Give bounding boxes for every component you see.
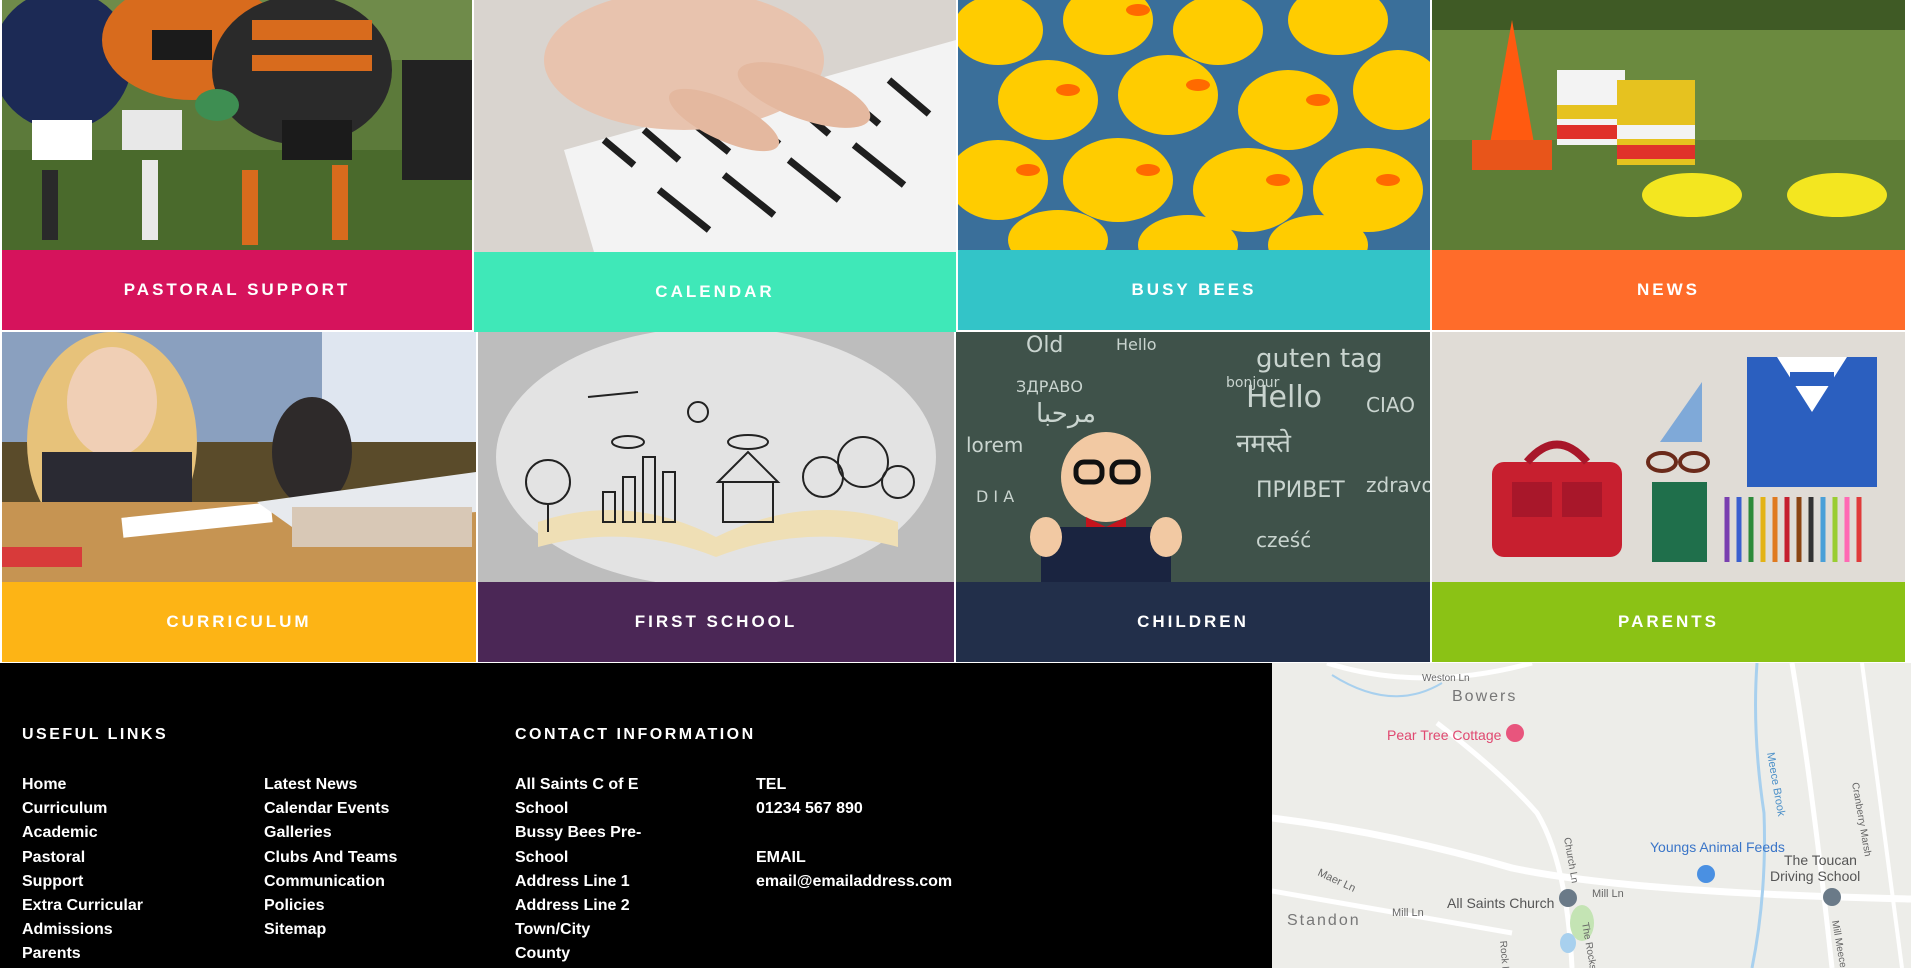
pin-icon bbox=[1559, 889, 1577, 907]
svg-text:guten tag: guten tag bbox=[1256, 344, 1383, 374]
map-place-standon: Standon bbox=[1287, 912, 1361, 929]
map-place-pear-tree-cottage: Pear Tree Cottage bbox=[1387, 727, 1502, 743]
address-line: School bbox=[515, 848, 569, 866]
svg-text:Hello: Hello bbox=[1116, 335, 1157, 354]
svg-text:Mill Ln: Mill Ln bbox=[1392, 907, 1424, 919]
tile-news[interactable]: NEWS bbox=[1432, 0, 1905, 330]
svg-text:D I A: D I A bbox=[976, 487, 1014, 506]
link-sitemap[interactable]: Sitemap bbox=[264, 921, 326, 938]
tile-label: CURRICULUM bbox=[2, 582, 476, 662]
link-extra-curricular[interactable]: Extra Curricular bbox=[22, 897, 143, 914]
pin-icon bbox=[1697, 865, 1715, 883]
svg-text:ПРИВЕТ: ПРИВЕТ bbox=[1256, 478, 1345, 503]
tile-busy-bees[interactable]: BUSY BEES bbox=[958, 0, 1430, 330]
school-uniform-photo bbox=[1432, 332, 1905, 582]
link-calendar-events[interactable]: Calendar Events bbox=[264, 800, 389, 817]
tile-label: CALENDAR bbox=[474, 252, 956, 332]
address-line: All Saints C of E bbox=[515, 776, 639, 793]
tile-label: CHILDREN bbox=[956, 582, 1430, 662]
link-academic[interactable]: Academic bbox=[22, 824, 98, 841]
link-admissions[interactable]: Admissions bbox=[22, 921, 113, 938]
svg-text:Mill Ln: Mill Ln bbox=[1592, 888, 1624, 900]
contact-information-heading: CONTACT INFORMATION bbox=[515, 726, 756, 743]
map-place-bowers: Bowers bbox=[1452, 688, 1517, 705]
boy-chalkboard-photo: Old Hello guten tag bonjour Hello CIAO ЗДРА… bbox=[956, 332, 1430, 582]
tile-parents[interactable]: PARENTS bbox=[1432, 332, 1905, 662]
address-line: Bussy Bees Pre- bbox=[515, 824, 642, 842]
rugby-players-photo bbox=[2, 0, 472, 250]
tile-label: PARENTS bbox=[1432, 582, 1905, 662]
svg-text:cześć: cześć bbox=[1256, 528, 1311, 552]
tel-label: TEL bbox=[756, 776, 787, 793]
sports-cones-photo bbox=[1432, 0, 1905, 250]
tile-label: PASTORAL SUPPORT bbox=[2, 250, 472, 330]
link-pastoral[interactable]: Pastoral bbox=[22, 849, 85, 866]
link-policies[interactable]: Policies bbox=[264, 897, 324, 914]
svg-text:zdravo: zdravo bbox=[1366, 473, 1430, 497]
address-block: All Saints C of E School Bussy Bees Pre-… bbox=[515, 773, 641, 967]
address-line: County bbox=[515, 945, 571, 963]
svg-text:नमस्ते: नमस्ते bbox=[1236, 428, 1292, 459]
link-support[interactable]: Support bbox=[22, 873, 83, 890]
svg-text:Weston Ln: Weston Ln bbox=[1422, 673, 1470, 684]
footer: USEFUL LINKS Home Curriculum Academic Pa… bbox=[0, 663, 1272, 968]
svg-text:Old: Old bbox=[1026, 333, 1063, 358]
link-galleries[interactable]: Galleries bbox=[264, 824, 332, 841]
tile-curriculum[interactable]: CURRICULUM bbox=[2, 332, 476, 662]
pin-icon bbox=[1506, 724, 1524, 742]
map-place-driving-school: Driving School bbox=[1770, 868, 1860, 884]
link-clubs-and-teams[interactable]: Clubs And Teams bbox=[264, 849, 397, 866]
svg-text:ЗДРАВО: ЗДРАВО bbox=[1016, 377, 1083, 396]
open-book-drawing-photo bbox=[478, 332, 954, 582]
link-latest-news[interactable]: Latest News bbox=[264, 776, 357, 793]
tile-calendar[interactable]: CALENDAR bbox=[474, 0, 956, 332]
svg-text:Rock Ln: Rock Ln bbox=[1497, 940, 1511, 968]
tile-label: BUSY BEES bbox=[958, 250, 1430, 330]
svg-text:lorem: lorem bbox=[966, 433, 1023, 457]
link-parents[interactable]: Parents bbox=[22, 945, 81, 962]
svg-text:CIAO: CIAO bbox=[1366, 393, 1415, 417]
email-address[interactable]: email@emailaddress.com bbox=[756, 870, 952, 894]
useful-links-col-1: Home Curriculum Academic Pastoral Suppor… bbox=[22, 773, 143, 967]
address-line: Address Line 2 bbox=[515, 897, 630, 915]
piano-hands-photo bbox=[474, 0, 956, 252]
phone-email-block: TEL 01234 567 890 EMAIL email@emailaddre… bbox=[756, 773, 952, 894]
link-communication[interactable]: Communication bbox=[264, 873, 385, 890]
address-line: Town/City bbox=[515, 921, 591, 939]
tel-number[interactable]: 01234 567 890 bbox=[756, 797, 952, 821]
map-place-all-saints-church: All Saints Church bbox=[1447, 895, 1554, 911]
svg-text:Hello: Hello bbox=[1246, 380, 1322, 415]
location-map[interactable]: Bowers Pear Tree Cottage Youngs Animal F… bbox=[1272, 663, 1911, 968]
tile-label: FIRST SCHOOL bbox=[478, 582, 954, 662]
email-label: EMAIL bbox=[756, 848, 806, 866]
tile-first-school[interactable]: FIRST SCHOOL bbox=[478, 332, 954, 662]
link-home[interactable]: Home bbox=[22, 776, 66, 793]
map-place-the-toucan: The Toucan bbox=[1784, 852, 1857, 868]
tile-label: NEWS bbox=[1432, 250, 1905, 330]
address-line: School bbox=[515, 800, 569, 818]
link-curriculum[interactable]: Curriculum bbox=[22, 800, 107, 817]
rubber-ducks-photo bbox=[958, 0, 1430, 250]
useful-links-heading: USEFUL LINKS bbox=[22, 726, 169, 743]
address-line: Address Line 1 bbox=[515, 872, 630, 890]
svg-text:مرحبا: مرحبا bbox=[1036, 399, 1096, 429]
pin-icon bbox=[1823, 888, 1841, 906]
tile-pastoral-support[interactable]: PASTORAL SUPPORT bbox=[2, 0, 472, 330]
useful-links-col-2: Latest News Calendar Events Galleries Cl… bbox=[264, 773, 397, 942]
tile-children[interactable]: Old Hello guten tag bonjour Hello CIAO ЗДРА… bbox=[956, 332, 1430, 662]
map-place-youngs-animal-feeds: Youngs Animal Feeds bbox=[1650, 839, 1785, 855]
girl-reading-photo bbox=[2, 332, 476, 582]
